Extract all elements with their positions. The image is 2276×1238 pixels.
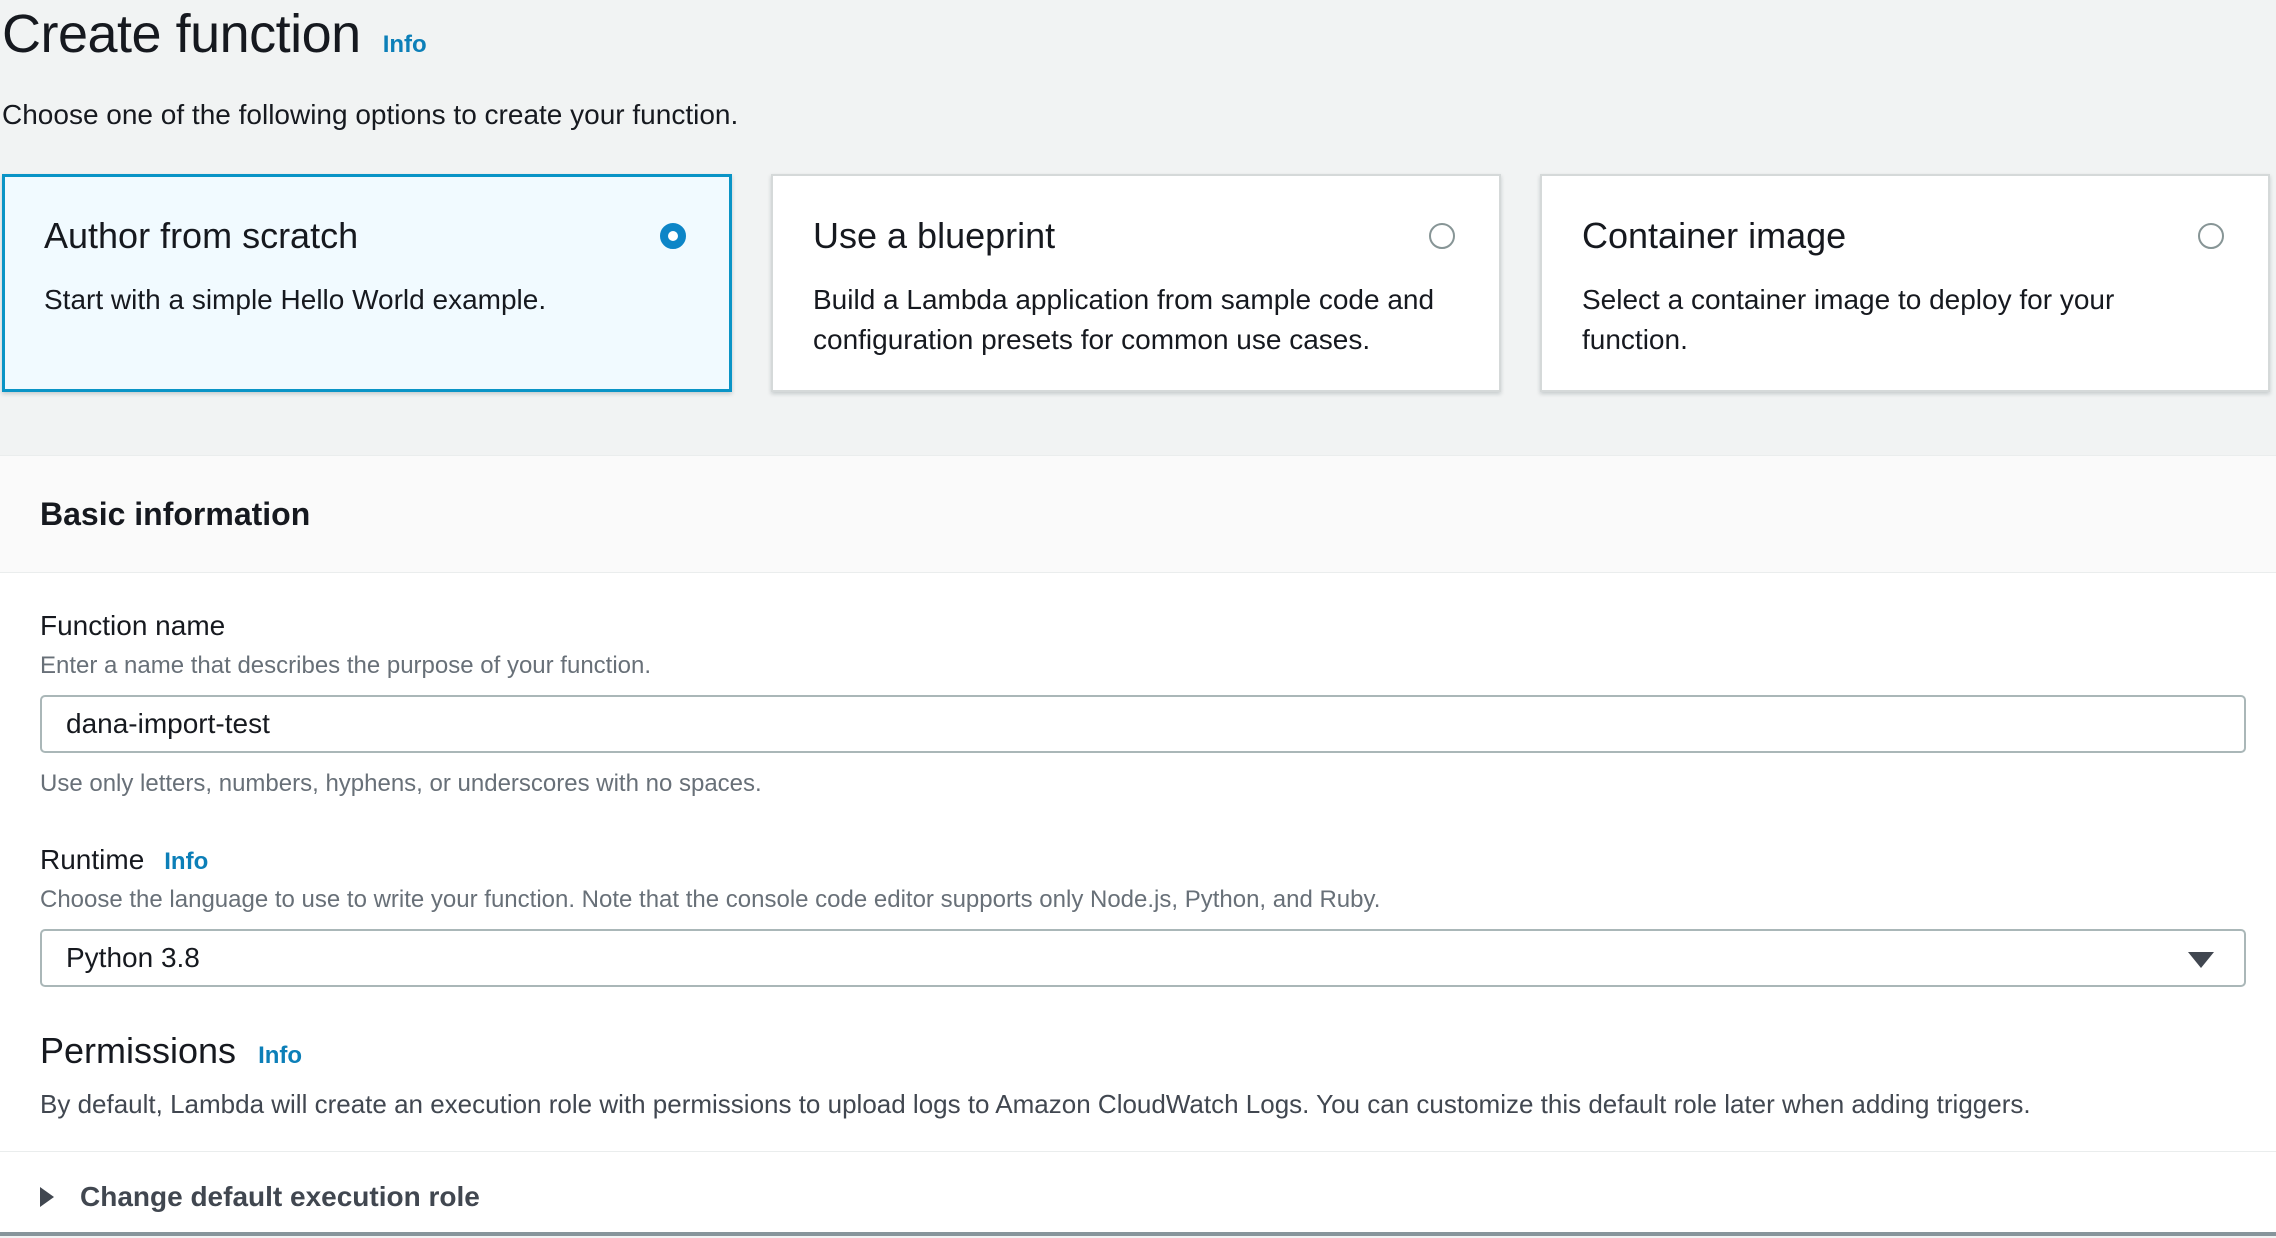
function-name-label: Function name — [40, 609, 2246, 643]
runtime-description: Choose the language to use to write your… — [40, 885, 2246, 915]
option-card-description: Select a container image to deploy for y… — [1582, 280, 2224, 360]
permissions-heading: Permissions — [40, 1029, 236, 1073]
option-card-use-a-blueprint[interactable]: Use a blueprint Build a Lambda applicati… — [771, 174, 1501, 392]
page-title-info-link[interactable]: Info — [383, 31, 427, 59]
option-card-container-image[interactable]: Container image Select a container image… — [1540, 174, 2270, 392]
page-header: Create function Info Choose one of the f… — [0, 0, 2276, 392]
option-card-description: Start with a simple Hello World example. — [44, 280, 686, 320]
caret-right-icon — [40, 1187, 54, 1207]
change-default-execution-role-expander[interactable]: Change default execution role — [40, 1152, 2246, 1214]
expander-label: Change default execution role — [80, 1180, 480, 1214]
runtime-selected-value: Python 3.8 — [66, 942, 200, 974]
option-card-title: Container image — [1582, 216, 1846, 256]
creation-option-cards: Author from scratch Start with a simple … — [2, 174, 2276, 392]
basic-information-body: Function name Enter a name that describe… — [0, 573, 2276, 1232]
page-subtitle: Choose one of the following options to c… — [2, 96, 2276, 134]
permissions-description: By default, Lambda will create an execut… — [40, 1087, 2246, 1121]
function-name-description: Enter a name that describes the purpose … — [40, 651, 2246, 681]
option-card-description: Build a Lambda application from sample c… — [813, 280, 1455, 360]
caret-down-icon — [2188, 952, 2214, 968]
runtime-info-link[interactable]: Info — [164, 848, 208, 876]
function-name-constraint: Use only letters, numbers, hyphens, or u… — [40, 769, 2246, 799]
option-card-title: Author from scratch — [44, 216, 358, 256]
radio-unselected-icon[interactable] — [2198, 223, 2224, 249]
permissions-info-link[interactable]: Info — [258, 1042, 302, 1070]
option-card-author-from-scratch[interactable]: Author from scratch Start with a simple … — [2, 174, 732, 392]
page-title: Create function — [2, 4, 361, 64]
function-name-input[interactable] — [40, 695, 2246, 753]
runtime-select[interactable]: Python 3.8 — [40, 929, 2246, 987]
runtime-label: Runtime — [40, 843, 144, 877]
basic-information-heading: Basic information — [40, 496, 310, 533]
radio-selected-icon[interactable] — [660, 223, 686, 249]
basic-information-panel: Basic information Function name Enter a … — [0, 455, 2276, 1236]
radio-unselected-icon[interactable] — [1429, 223, 1455, 249]
basic-information-header: Basic information — [0, 456, 2276, 573]
option-card-title: Use a blueprint — [813, 216, 1055, 256]
